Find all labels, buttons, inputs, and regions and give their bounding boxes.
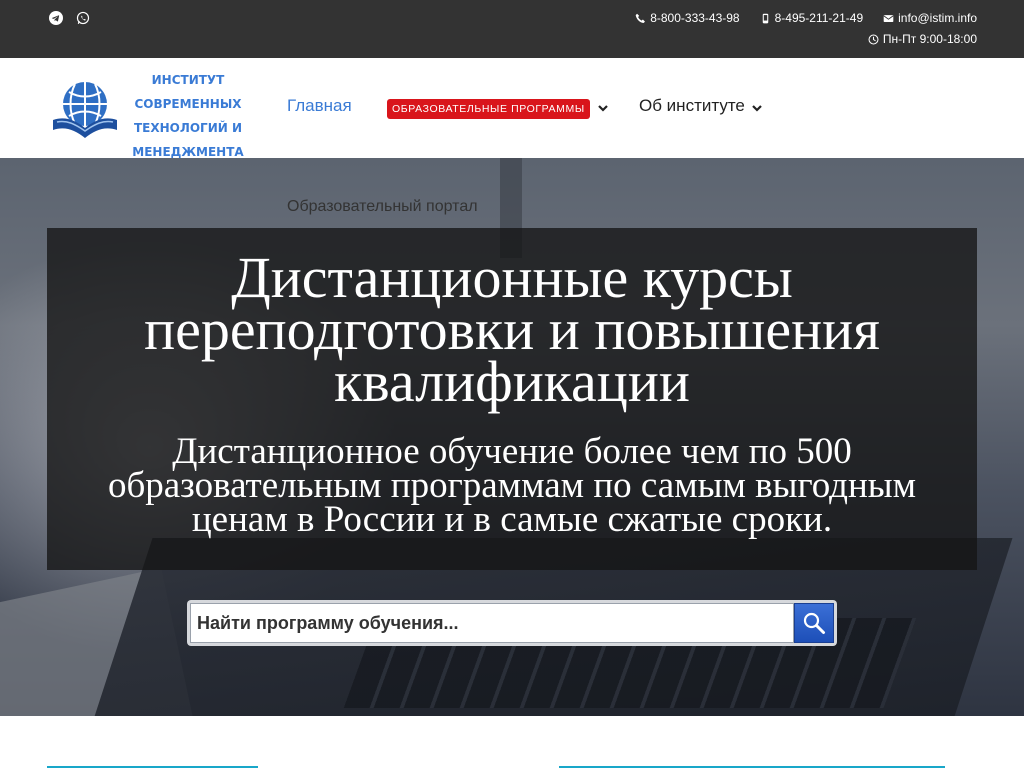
phone-link-1[interactable]: 8-800-333-43-98 (635, 11, 740, 25)
phone-icon (635, 13, 646, 23)
working-hours: Пн-Пт 9:00-18:00 (868, 32, 977, 46)
phone-2-text: 8-495-211-21-49 (774, 11, 864, 25)
institute-name[interactable]: ИНСТИТУТ СОВРЕМЕННЫХ ТЕХНОЛОГИЙ И МЕНЕДЖ… (130, 68, 246, 164)
hero-subtitle-line-1: Дистанционное обучение более чем по 500 (172, 431, 852, 472)
hero-subtitle: Дистанционное обучение более чем по 500 … (47, 431, 977, 540)
nav-programs-button[interactable]: ОБРАЗОВАТЕЛЬНЫЕ ПРОГРАММЫ (387, 99, 590, 119)
search-button[interactable] (794, 603, 834, 643)
search-input[interactable] (190, 603, 794, 643)
envelope-icon (883, 14, 894, 22)
globe-book-logo[interactable] (49, 78, 121, 138)
hero-banner: Дистанционные курсы переподготовки и пов… (47, 228, 977, 570)
hero-subtitle-line-3: ценам в России и в самые сжатые сроки. (191, 499, 833, 540)
hero-title-line-3: квалификации (334, 349, 690, 414)
chevron-down-icon[interactable] (751, 102, 763, 114)
main-navbar: ИНСТИТУТ СОВРЕМЕННЫХ ТЕХНОЛОГИЙ И МЕНЕДЖ… (0, 58, 1024, 159)
logo-line-2: СОВРЕМЕННЫХ (134, 97, 242, 111)
nav-about-link[interactable]: Об институте (639, 96, 745, 116)
clock-icon (868, 34, 879, 44)
search-icon (803, 612, 825, 634)
phone-1-text: 8-800-333-43-98 (650, 11, 740, 25)
hero-subtitle-line-2: образовательным программам по самым выго… (107, 465, 917, 506)
hero-section: Образовательный портал Дистанционные кур… (0, 158, 1024, 716)
telegram-icon[interactable] (49, 11, 63, 25)
chevron-down-icon[interactable] (597, 102, 609, 114)
mobile-phone-icon (762, 13, 768, 23)
portal-caption: Образовательный портал (287, 198, 478, 215)
content-section (0, 716, 1024, 768)
phone-link-2[interactable]: 8-495-211-21-49 (760, 11, 864, 25)
hours-text: Пн-Пт 9:00-18:00 (882, 32, 977, 46)
social-links (49, 11, 90, 25)
contacts: 8-800-333-43-98 8-495-211-21-49 info@ist… (635, 11, 977, 25)
logo-line-1: ИНСТИТУТ (151, 73, 225, 87)
whatsapp-icon[interactable] (76, 11, 90, 25)
email-text: info@istim.info (898, 11, 977, 25)
top-bar: 8-800-333-43-98 8-495-211-21-49 info@ist… (0, 0, 1024, 58)
program-search (187, 600, 837, 646)
nav-home-link[interactable]: Главная (287, 96, 352, 116)
email-link[interactable]: info@istim.info (883, 11, 977, 25)
logo-line-3: ТЕХНОЛОГИЙ И (134, 121, 242, 135)
hero-title: Дистанционные курсы переподготовки и пов… (47, 249, 977, 414)
